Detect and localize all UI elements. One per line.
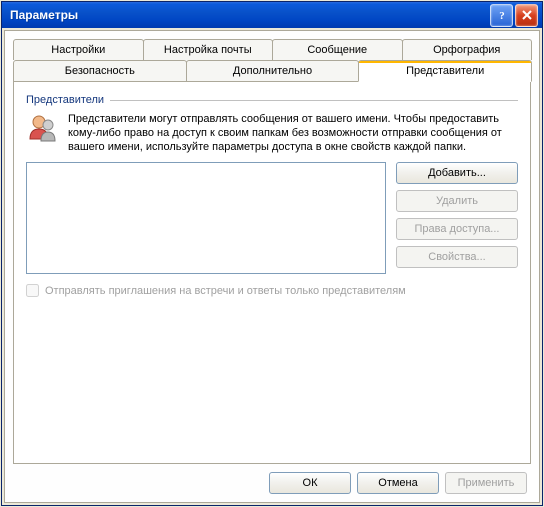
tab-other[interactable]: Дополнительно [186, 60, 360, 81]
dialog-footer: ОК Отмена Применить [13, 464, 531, 496]
svg-text:?: ? [499, 10, 505, 21]
window-title: Параметры [10, 8, 78, 22]
button-column: Добавить... Удалить Права доступа... Сво… [396, 162, 518, 268]
titlebar: Параметры ? [2, 2, 542, 28]
tab-mail-setup[interactable]: Настройка почты [143, 39, 274, 60]
ok-button[interactable]: ОК [269, 472, 351, 494]
tab-strip: Настройки Настройка почты Сообщение Орфо… [13, 39, 531, 81]
tab-settings[interactable]: Настройки [13, 39, 144, 60]
close-button[interactable] [515, 4, 538, 27]
cancel-button[interactable]: Отмена [357, 472, 439, 494]
remove-button: Удалить [396, 190, 518, 212]
help-button[interactable]: ? [490, 4, 513, 27]
apply-button: Применить [445, 472, 527, 494]
rights-button: Права доступа... [396, 218, 518, 240]
tab-message[interactable]: Сообщение [272, 39, 403, 60]
close-icon [522, 10, 532, 20]
intro-text: Представители могут отправлять сообщения… [68, 112, 518, 154]
people-icon [26, 112, 58, 144]
help-icon: ? [497, 9, 507, 21]
invites-checkbox [26, 284, 39, 297]
checkbox-row: Отправлять приглашения на встречи и отве… [26, 284, 518, 297]
tab-delegates[interactable]: Представители [358, 60, 532, 82]
group-title: Представители [26, 94, 110, 106]
tab-security[interactable]: Безопасность [13, 60, 187, 81]
checkbox-label: Отправлять приглашения на встречи и отве… [45, 285, 406, 297]
client-area: Настройки Настройка почты Сообщение Орфо… [4, 30, 540, 503]
tab-page-delegates: Представители Представители могут отправ… [13, 81, 531, 464]
delegates-icon [26, 112, 58, 154]
group-separator [110, 100, 518, 101]
title-buttons: ? [490, 4, 538, 27]
tab-spelling[interactable]: Орфография [402, 39, 533, 60]
properties-button: Свойства... [396, 246, 518, 268]
group-header: Представители [26, 94, 518, 106]
options-dialog: Параметры ? Настройки Настройка почты Со… [1, 1, 543, 506]
intro-row: Представители могут отправлять сообщения… [26, 112, 518, 154]
mid-row: Добавить... Удалить Права доступа... Сво… [26, 162, 518, 274]
add-button[interactable]: Добавить... [396, 162, 518, 184]
delegates-listbox[interactable] [26, 162, 386, 274]
